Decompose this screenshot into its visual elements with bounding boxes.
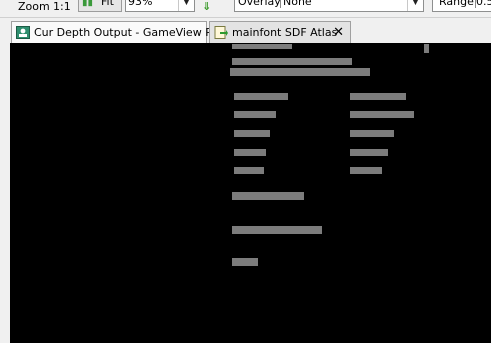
chevron-down-icon: ▼	[178, 0, 194, 11]
chevron-down-icon: ▼	[407, 0, 423, 11]
texture-viewer-toolbar: Zoom 1:1 ▮▮ Fit 93% ▼ ⇓ Overlay None ▼ R…	[0, 0, 491, 18]
tab-mainfont-sdf-atlas[interactable]: mainfont SDF Atlas ✕	[209, 21, 351, 43]
texture-file-icon	[214, 26, 228, 39]
overlay-dropdown[interactable]: Overlay None ▼	[234, 0, 424, 12]
zoom-ratio-button[interactable]: 1:1	[53, 0, 71, 14]
download-arrow-icon[interactable]: ⇓	[202, 0, 211, 14]
tab-cur-depth-output[interactable]: Cur Depth Output - GameView RT	[11, 21, 219, 43]
sdf-atlas-texture	[230, 44, 429, 266]
range-control[interactable]: Range 0.5	[432, 0, 491, 12]
document-tabstrip: Cur Depth Output - GameView RT mainfont …	[10, 20, 491, 43]
overlay-label: Overlay	[238, 0, 281, 8]
overlay-value: None	[280, 0, 312, 8]
fit-label: Fit	[101, 0, 114, 8]
texture-viewer-icon	[16, 26, 30, 39]
tab-label: mainfont SDF Atlas	[232, 26, 338, 39]
fit-button[interactable]: ▮▮ Fit	[78, 0, 122, 12]
zoom-dropdown[interactable]: 93% ▼	[125, 0, 195, 12]
tab-label: Cur Depth Output - GameView RT	[34, 26, 219, 39]
range-label: Range	[439, 0, 474, 8]
range-value[interactable]: 0.5	[475, 0, 491, 8]
zoom-label: Zoom	[18, 0, 50, 13]
fit-icon: ▮▮	[82, 0, 94, 8]
close-icon[interactable]: ✕	[333, 22, 344, 43]
zoom-value: 93%	[128, 0, 153, 8]
texture-viewport[interactable]	[10, 43, 491, 343]
